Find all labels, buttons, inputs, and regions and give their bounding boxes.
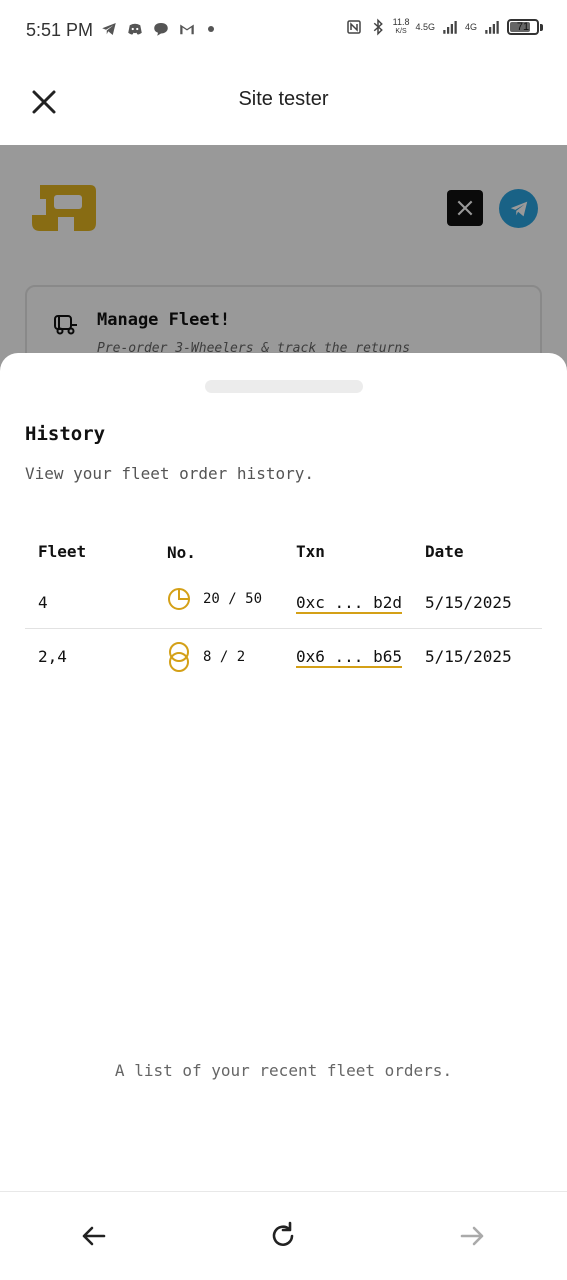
txn-cell: 0xc ... b2d	[296, 593, 402, 614]
date-cell: 5/15/2025	[425, 593, 512, 612]
battery-icon: 71	[507, 19, 539, 35]
no-cell: 8 / 2	[167, 641, 245, 673]
txn-link[interactable]: 0xc ... b2d	[296, 593, 402, 614]
network-speed: 11.8 K/S	[393, 18, 410, 36]
signal-label-2: 4G	[464, 22, 477, 32]
table-row: 4 20 / 50 0xc ... b2d 5/15/2025	[25, 575, 542, 629]
no-cell: 20 / 50	[167, 587, 262, 611]
status-right: 11.8 K/S 4.5G 4G 71	[345, 18, 543, 36]
status-bar: 5:51 PM 11.8 K/S 4.5G 4G 71	[0, 0, 567, 60]
notification-icons	[100, 20, 214, 38]
no-value: 8 / 2	[203, 649, 246, 665]
txn-cell: 0x6 ... b65	[296, 647, 402, 668]
txn-link[interactable]: 0x6 ... b65	[296, 647, 402, 668]
table-row: 2,4 8 / 2 0x6 ... b65 5/15/2025	[25, 629, 542, 683]
page-title: Site tester	[238, 88, 329, 110]
discord-notification-icon	[128, 23, 142, 35]
back-arrow-icon[interactable]	[78, 1220, 110, 1252]
fleet-cell: 2,4	[38, 647, 67, 666]
app-header: Site tester	[0, 60, 567, 145]
gmail-notification-icon	[180, 24, 194, 35]
status-time: 5:51 PM	[26, 20, 94, 40]
column-header-txn: Txn	[296, 542, 325, 561]
column-header-date: Date	[425, 542, 464, 561]
telegram-notification-icon	[102, 23, 116, 35]
nfc-icon	[346, 20, 361, 34]
battery-tip	[540, 23, 543, 31]
sheet-drag-handle[interactable]	[205, 380, 363, 393]
pie-chart-icon	[168, 588, 190, 610]
no-value: 20 / 50	[203, 591, 263, 607]
network-speed-unit: K/S	[395, 28, 407, 35]
column-header-fleet: Fleet	[38, 542, 87, 561]
signal-bars-icon-2	[485, 21, 499, 34]
forward-arrow-icon[interactable]	[456, 1220, 488, 1252]
more-notifications-dot	[208, 26, 214, 32]
reload-icon[interactable]	[267, 1220, 299, 1252]
bluetooth-icon	[373, 18, 383, 36]
signal-bars-icon	[443, 21, 457, 34]
sheet-description: View your fleet order history.	[25, 464, 314, 483]
network-speed-value: 11.8	[392, 17, 410, 27]
stacked-circles-icon	[169, 642, 189, 672]
table-caption: A list of your recent fleet orders.	[114, 1061, 453, 1080]
battery-percentage: 71	[516, 21, 530, 33]
date-cell: 5/15/2025	[425, 647, 512, 666]
chat-notification-icon	[154, 23, 168, 36]
signal-label-1: 4.5G	[415, 22, 435, 32]
history-sheet: History View your fleet order history. F…	[0, 353, 567, 1191]
table-header: Fleet No. Txn Date	[25, 531, 542, 575]
sheet-title: History	[25, 423, 106, 445]
fleet-cell: 4	[38, 593, 48, 612]
history-table: Fleet No. Txn Date 4 20 / 50 0xc ... b2d…	[25, 531, 542, 683]
browser-navigation-bar	[0, 1191, 567, 1280]
column-header-no: No.	[167, 543, 196, 562]
